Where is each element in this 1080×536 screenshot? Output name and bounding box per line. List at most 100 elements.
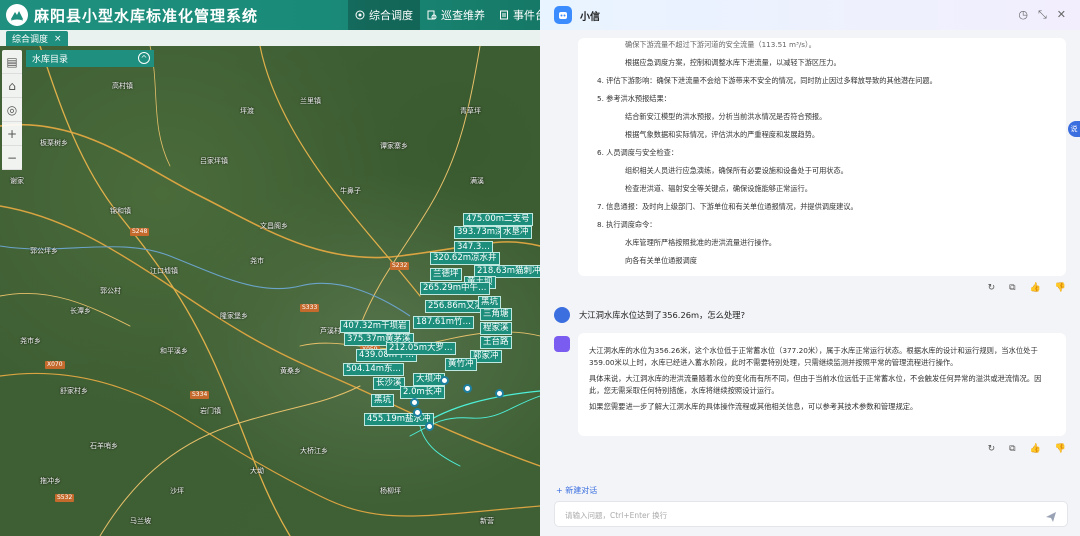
place-label: 文昌阁乡 — [260, 222, 288, 230]
nav-label: 综合调度 — [369, 9, 413, 22]
place-label: 沙坪 — [170, 487, 184, 495]
road-shield: S334 — [190, 391, 210, 399]
ledger-icon — [500, 10, 508, 20]
reservoir-label[interactable]: 455.19m盐水冲 — [364, 413, 434, 426]
thumbs-up-icon[interactable]: 👍 — [1030, 444, 1041, 454]
compass-icon — [355, 10, 365, 20]
reservoir-label[interactable]: 212.05m大罗… — [386, 342, 456, 355]
answer-line: 确保下游流量不超过下游河道的安全流量（113.51 m³/s）。 — [625, 40, 816, 49]
place-label: 芦溪村 — [320, 327, 341, 335]
tab-comprehensive-dispatch[interactable]: 综合调度 × — [6, 31, 68, 46]
place-label: 谢家 — [10, 177, 24, 185]
place-label: 黄桑乡 — [280, 367, 301, 375]
answer-line: 7. 信息通报：及时向上级部门、下游单位和有关单位通报情况，并提供调度建议。 — [597, 202, 858, 211]
send-icon[interactable] — [1045, 508, 1057, 527]
place-label: 青草坪 — [460, 107, 481, 115]
answer-line: 6. 人员调度与安全检查： — [597, 148, 679, 157]
reservoir-label[interactable]: 王台路 — [480, 336, 512, 349]
user-question-row: 大江洞水库水位达到了356.26m，怎么处理? — [554, 307, 745, 323]
place-label: 和平溪乡 — [160, 347, 188, 355]
place-label: 坪渡 — [240, 107, 254, 115]
inspect-icon — [427, 10, 437, 20]
collapse-icon[interactable]: ^ — [138, 52, 150, 64]
top-nav: 综合调度 巡查维养 事件台账 — [348, 0, 564, 30]
reservoir-label[interactable]: 黄竹冲 — [445, 358, 477, 371]
answer-line: 根据应急调度方案，控制和调整水库下泄流量，以减轻下游区压力。 — [625, 58, 841, 67]
place-label: 尧市 — [250, 257, 264, 265]
reservoir-label[interactable]: 320.62m凉水井 — [430, 252, 500, 265]
reservoir-marker[interactable] — [440, 376, 449, 385]
chat-input-placeholder: 请输入问题，Ctrl+Enter 换行 — [565, 511, 668, 520]
answer-line: 根据气象数据和实际情况，评估洪水的严重程度和发展趋势。 — [625, 130, 820, 139]
copy-icon[interactable]: ⧉ — [1009, 283, 1015, 293]
answer-line: 水库管理所严格按照批准的泄洪流量进行操作。 — [625, 238, 776, 247]
place-label: 板栗树乡 — [40, 139, 68, 147]
answer-line: 组织相关人员进行应急演练，确保所有必要设施和设备处于可用状态。 — [625, 166, 848, 175]
bot-avatar — [554, 6, 572, 24]
answer-actions: ↻ ⧉ 👍 👎 — [988, 444, 1066, 454]
copy-icon[interactable]: ⧉ — [1009, 444, 1015, 454]
reservoir-marker[interactable] — [410, 398, 419, 407]
robot-icon — [559, 12, 567, 19]
answer-paragraph: 具体来说，大江洞水库的泄洪流量随着水位的变化而有所不同，但由于当前水位远低于正常… — [589, 374, 1042, 395]
reservoir-label[interactable]: 504.14m东… — [343, 363, 405, 376]
locate-icon[interactable]: ◎ — [2, 98, 22, 122]
place-label: 郭公村 — [100, 287, 121, 295]
collapse-icon[interactable]: ⤡ — [1038, 9, 1047, 21]
place-label: 江口墟镇 — [150, 267, 178, 275]
reservoir-label[interactable]: 兰德坪 — [430, 268, 462, 281]
reservoir-marker[interactable] — [425, 422, 434, 431]
reservoir-label[interactable]: 水垦冲 — [500, 226, 532, 239]
reservoir-marker[interactable] — [413, 408, 422, 417]
reservoir-label[interactable]: 2.0m长冲 — [400, 386, 445, 399]
app-header: 麻阳县小型水库标准化管理系统 综合调度 巡查维养 事件台账 — [0, 0, 557, 30]
refresh-icon[interactable]: ↻ — [988, 283, 996, 293]
home-icon[interactable]: ⌂ — [2, 74, 22, 98]
place-label: 石羊哨乡 — [90, 442, 118, 450]
satellite-map[interactable]: ▤ ⌂ ◎ + − 水库目录 ^ 高村镇 兰里镇 板栗树乡 吕家坪镇 谭家寨乡 … — [0, 46, 540, 536]
app-logo — [6, 4, 28, 26]
place-label: 舒家村乡 — [60, 387, 88, 395]
place-label: 吕家坪镇 — [200, 157, 228, 165]
chat-input[interactable]: 请输入问题，Ctrl+Enter 换行 — [554, 501, 1068, 527]
layers-icon[interactable]: ▤ — [2, 50, 22, 74]
reservoir-label[interactable]: 475.00m二支号 — [463, 213, 533, 226]
answer-line: 向各有关单位通报调度 — [625, 256, 697, 265]
place-label: 岩门镇 — [200, 407, 221, 415]
reservoir-label[interactable]: 407.32m干坝岩 — [340, 320, 410, 333]
reservoir-marker[interactable] — [463, 384, 472, 393]
zoom-out-icon[interactable]: − — [2, 146, 22, 170]
thumbs-up-icon[interactable]: 👍 — [1030, 283, 1041, 293]
history-icon[interactable]: ◷ — [1018, 9, 1028, 21]
reservoir-label[interactable]: 三角塘 — [480, 308, 512, 321]
map-toolbar: ▤ ⌂ ◎ + − — [2, 50, 22, 170]
road-shield: S333 — [300, 304, 320, 312]
zoom-in-icon[interactable]: + — [2, 122, 22, 146]
nav-comprehensive-dispatch[interactable]: 综合调度 — [348, 0, 420, 30]
place-label: 杨柳坪 — [380, 487, 401, 495]
place-label: 谭家寨乡 — [380, 142, 408, 150]
place-label: 马兰坡 — [130, 517, 151, 525]
nav-inspection[interactable]: 巡查维养 — [420, 0, 492, 30]
reservoir-label[interactable]: 187.61m竹… — [413, 316, 475, 329]
place-label: 郭公坪乡 — [30, 247, 58, 255]
reservoir-label[interactable]: 256.86m又溪 — [425, 300, 487, 313]
reservoir-directory-header[interactable]: 水库目录 ^ — [26, 50, 154, 67]
close-icon[interactable]: ✕ — [1057, 9, 1066, 21]
answer-line: 结合新安江模型的洪水预报，分析当前洪水情况是否符合预报。 — [625, 112, 827, 121]
new-chat-button[interactable]: + 新建对话 — [556, 485, 597, 496]
refresh-icon[interactable]: ↻ — [988, 444, 996, 454]
place-label: 高村镇 — [112, 82, 133, 90]
floating-assistant-tab[interactable]: 说 — [1068, 121, 1080, 137]
tab-label: 综合调度 — [12, 35, 49, 45]
road-shield: S232 — [390, 262, 410, 270]
answer-line: 5. 参考洪水预报结果： — [597, 94, 671, 103]
place-label: 满溪 — [470, 177, 484, 185]
reservoir-label[interactable]: 黑坑 — [371, 394, 395, 407]
reservoir-label[interactable]: 程家溪 — [480, 322, 512, 335]
close-icon[interactable]: × — [54, 34, 62, 44]
thumbs-down-icon[interactable]: 👎 — [1055, 444, 1066, 454]
thumbs-down-icon[interactable]: 👎 — [1055, 283, 1066, 293]
reservoir-marker[interactable] — [495, 389, 504, 398]
reservoir-label[interactable]: 265.29m中午… — [420, 282, 490, 295]
